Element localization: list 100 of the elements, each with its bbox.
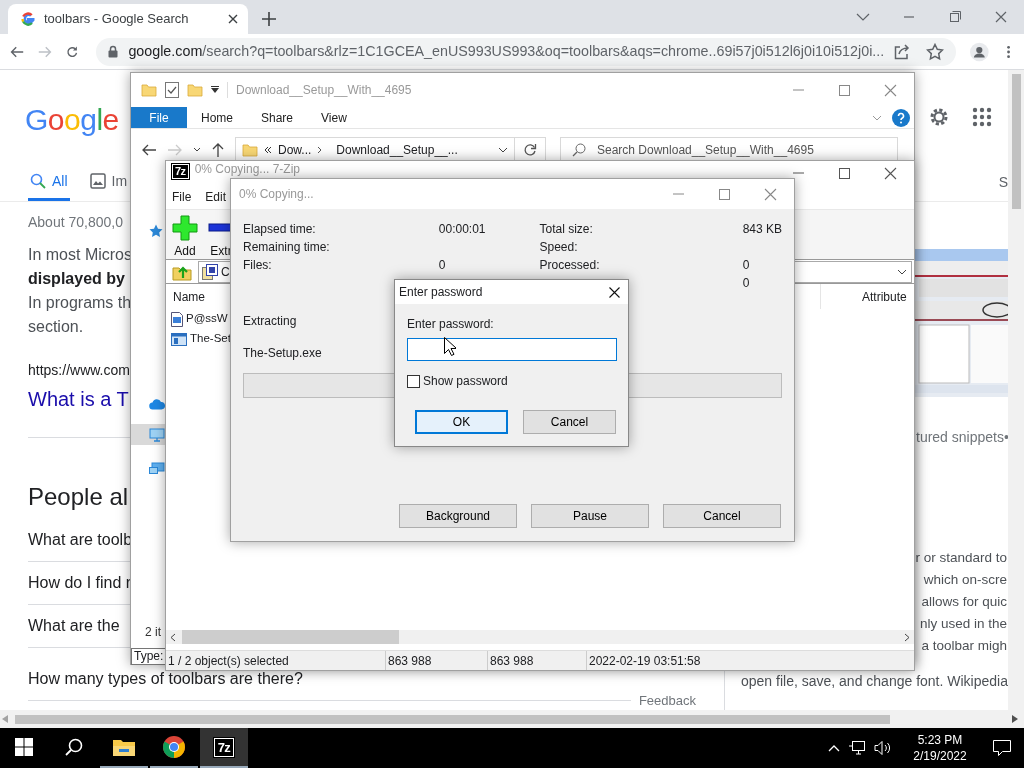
dialog-button[interactable]: Cancel	[523, 410, 616, 434]
dialog-button[interactable]: Background	[399, 504, 517, 528]
separator-dot: •	[1003, 427, 1009, 446]
network-icon	[149, 462, 165, 476]
drive-icon	[202, 263, 218, 280]
question-item[interactable]: What are the	[28, 604, 120, 647]
description-line: a toolbar migh	[921, 636, 1007, 655]
dialog-button[interactable]: Pause	[531, 504, 649, 528]
address-bar[interactable]: google.com/search?q=toolbars&rlz=1C1GCEA_enUS993US993&oq=toolbars&aqs=chrome..69i57j0i512l6j0i10i512j0i...	[96, 37, 957, 66]
logo[interactable]: Google	[25, 104, 119, 136]
help-icon[interactable]	[892, 108, 910, 127]
stat-value: 00:00:01	[438, 221, 486, 238]
dropdown-icon[interactable]	[498, 147, 508, 153]
ribbon-tab[interactable]: View	[307, 107, 361, 128]
scrollbar[interactable]	[166, 630, 914, 644]
close-icon[interactable]	[228, 14, 238, 24]
scroll-right-icon[interactable]	[904, 632, 910, 642]
path-segment[interactable]: Dow...	[278, 141, 312, 159]
dropdown-icon[interactable]	[211, 86, 219, 94]
menu-icon[interactable]	[1006, 43, 1010, 60]
snippet-line: displayed by	[28, 268, 125, 289]
menu-item[interactable]: File	[172, 188, 192, 206]
up-icon[interactable]	[211, 142, 225, 158]
column-header[interactable]: Attribute	[821, 287, 907, 306]
scrollbar[interactable]	[0, 710, 1024, 728]
star-icon[interactable]	[926, 42, 945, 61]
browser-icon	[162, 735, 186, 759]
volume-icon[interactable]	[874, 740, 892, 756]
window-title: Download__Setup__With__4695	[236, 82, 412, 99]
search-tab[interactable]: Im	[87, 164, 130, 201]
image-file-icon	[171, 311, 183, 327]
password-field[interactable]	[407, 338, 617, 361]
apps-icon[interactable]	[972, 107, 992, 127]
network-icon[interactable]	[848, 740, 866, 756]
share-icon[interactable]	[894, 43, 911, 60]
folder-icon	[112, 737, 136, 757]
snippet-line: In most Micros	[28, 244, 132, 265]
folder-icon	[242, 143, 258, 157]
section-heading: People al	[28, 481, 129, 512]
ribbon-tab[interactable]: Share	[247, 107, 308, 128]
site-icon	[20, 11, 36, 27]
description-line: nly used in the	[919, 614, 1007, 633]
stat-label: Speed:	[539, 239, 579, 256]
search-icon	[30, 173, 46, 190]
ribbon-tab[interactable]: Home	[187, 107, 247, 128]
feedback-link[interactable]: Feedback	[638, 690, 696, 710]
browser-tab[interactable]: toolbars - Google Search	[8, 4, 248, 34]
stat-label: Processed:	[539, 257, 601, 274]
search-icon	[65, 738, 83, 756]
scrollbar[interactable]	[1008, 70, 1024, 710]
item-count: 2 it	[144, 624, 161, 640]
windows-icon	[15, 738, 33, 756]
toolbar-button[interactable]: Extr	[208, 215, 234, 259]
cursor-icon	[444, 337, 456, 356]
operation-text: Extracting	[243, 313, 297, 330]
dialog-title: Enter password	[399, 284, 483, 301]
stat-value: 0	[742, 257, 751, 274]
result-title-link[interactable]: What is a T	[28, 385, 129, 412]
menu-item[interactable]: Edit	[205, 188, 227, 206]
file-menu[interactable]: File	[131, 107, 187, 128]
search-field[interactable]: Search Download__Setup__With__4695	[560, 137, 898, 163]
recent-dropdown-icon[interactable]	[193, 147, 201, 153]
clock[interactable]: 5:23 PM 2/19/2022	[910, 732, 970, 764]
status-text: 2022-02-19 03:51:58	[588, 652, 701, 670]
expand-ribbon-icon[interactable]	[872, 114, 882, 121]
window-title: 0% Copying...	[239, 186, 314, 203]
dropdown-icon	[897, 268, 907, 275]
cloud-icon	[149, 398, 165, 410]
dialog-button[interactable]: OK	[415, 410, 508, 434]
search-tab[interactable]: All	[28, 164, 70, 201]
menu-link[interactable]: S	[998, 172, 1008, 194]
snippet-line: section.	[28, 316, 84, 337]
stat-label: Remaining time:	[243, 239, 331, 256]
notification-icon[interactable]	[992, 739, 1012, 757]
window-title: 0% Copying... 7-Zip	[194, 163, 300, 176]
description-line: open file, save, and change font. Wikipedia	[741, 671, 1007, 691]
file-row[interactable]: The-Set	[166, 329, 231, 349]
close-icon[interactable]	[609, 286, 620, 298]
scroll-left-icon[interactable]	[170, 632, 176, 642]
file-row[interactable]: P@ssW	[166, 309, 228, 329]
folder-icon	[187, 83, 203, 97]
source-link[interactable]: Wikipedia	[947, 672, 1008, 689]
show-password-checkbox[interactable]: Show password	[407, 374, 616, 388]
tooltip: Type:	[131, 648, 166, 665]
taskbar-app[interactable]: 7z	[200, 728, 248, 768]
chevron-up-icon[interactable]	[828, 744, 840, 752]
properties-icon[interactable]	[165, 82, 179, 98]
settings-icon[interactable]	[928, 106, 950, 128]
stat-label: Files:	[243, 257, 273, 274]
new-tab-icon[interactable]	[262, 12, 276, 26]
toolbar-button[interactable]: Add	[172, 215, 198, 259]
star-icon	[149, 224, 163, 238]
description-line: which on-scre	[923, 570, 1007, 589]
status-text: 863 988	[386, 651, 488, 670]
tab-title: toolbars - Google Search	[44, 10, 190, 29]
dialog-button[interactable]: Cancel	[663, 504, 781, 528]
path-segment[interactable]: Download__Setup__...	[336, 141, 458, 159]
scroll-right-icon[interactable]	[1012, 715, 1018, 723]
plus-icon	[172, 215, 198, 241]
back-icon[interactable]	[141, 143, 157, 157]
